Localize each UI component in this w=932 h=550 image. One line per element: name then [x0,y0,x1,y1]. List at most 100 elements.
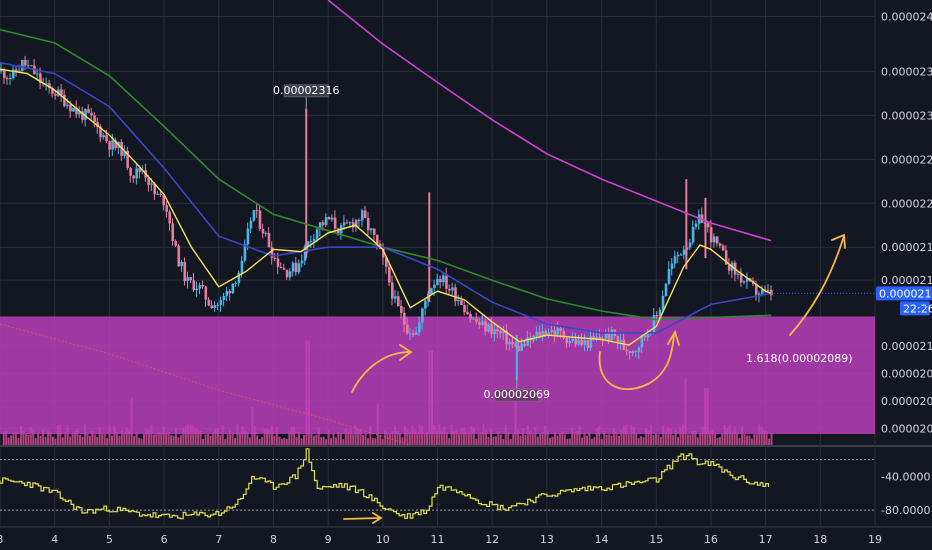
candle-body [132,175,135,179]
volume-bar [69,436,72,445]
candle-body [27,65,30,67]
candle-body [682,249,686,255]
price-tick-label: 0.00002050 [881,395,932,408]
volume-bar [539,434,542,445]
candle-body [598,336,602,339]
candle-body [333,217,337,229]
candle-body [279,266,283,269]
candle-body [577,339,581,345]
candle-body [360,210,364,221]
volume-bar [342,439,345,445]
candle-body [673,256,677,264]
candle-body [183,261,187,281]
volume-bar [261,436,264,445]
volume-bar [590,438,593,445]
candle-body [357,219,361,221]
volume-bar [115,432,118,445]
volume-bar [686,434,689,445]
candle-body [394,296,397,299]
volume-bar [608,434,611,445]
candle-body [766,289,770,291]
candle-body [442,275,445,283]
candle-body [679,254,683,256]
volume-bar [499,434,502,445]
candle-body [87,108,90,113]
candle-body [736,273,740,275]
volume-bar [371,438,374,445]
candle-body [102,135,105,138]
volume-bar [44,436,47,445]
candle-body [709,227,713,243]
volume-bar [138,437,141,445]
candle-body [511,341,514,345]
volume-bar [34,438,37,445]
volume-bar [475,438,478,445]
candle-body [108,141,111,150]
price-tick-label: 0.00002230 [881,197,932,210]
candle-body [276,258,280,267]
candle-body [571,338,575,342]
price-tick-label: 0.00002025 [881,423,932,436]
time-tick-label: 11 [431,533,445,546]
volume-bar [320,437,323,445]
volume-bar [770,432,773,445]
volume-bar [635,433,638,445]
volume-bar [677,437,680,445]
volume-bar [334,437,337,445]
volume-bar [101,433,104,445]
candle-body [21,60,24,71]
volume-bar [302,435,305,445]
volume-bar [234,437,237,445]
volume-bar [637,437,640,445]
candle-body [195,288,199,291]
volume-bar [445,432,448,445]
volume-bar [524,434,527,445]
volume-bar [155,432,158,445]
volume-bar [477,433,480,445]
candle-body [93,115,96,122]
candle-body [375,234,379,244]
volume-bar [566,438,569,445]
volume-bar [699,433,702,445]
volume-bar [581,437,584,445]
candle-body [69,104,72,112]
volume-bar [467,432,470,445]
volume-bar [71,432,74,445]
volume-bar [374,438,377,445]
volume-bar [362,435,365,445]
volume-bar [509,438,512,445]
volume-bar [152,434,155,445]
candle-body [412,333,415,335]
volume-bar [600,438,603,445]
volume-bar [364,433,367,445]
volume-bar [7,437,10,445]
volume-bar [398,432,401,445]
volume-bar [12,432,15,445]
candle-body [433,284,436,289]
candle-body [616,335,620,342]
candle-body [372,228,376,235]
support-zone [0,316,875,435]
candle-body [388,266,391,283]
candle-body [297,263,301,273]
candle-body [448,288,451,291]
volume-bar [64,432,67,445]
candle-body [219,300,223,305]
candle-body [330,217,334,220]
volume-bar [96,436,99,445]
oscillator-tick-label: -40.0000 [881,470,930,483]
volume-bar [563,434,566,445]
volume-bar [610,435,613,445]
candle-body [469,314,472,319]
volume-bar [61,437,64,445]
volume-bar [736,432,739,445]
candle-body [156,193,160,195]
volume-bar [248,437,251,445]
candle-body [180,261,184,267]
volume-bar [366,438,369,445]
candle-body [36,73,39,75]
low-marker-label: 0.00002069 [484,388,550,401]
current-price-tag-value: 0.00002148 [879,287,932,300]
volume-bar [273,435,276,445]
candle-body [706,223,710,228]
